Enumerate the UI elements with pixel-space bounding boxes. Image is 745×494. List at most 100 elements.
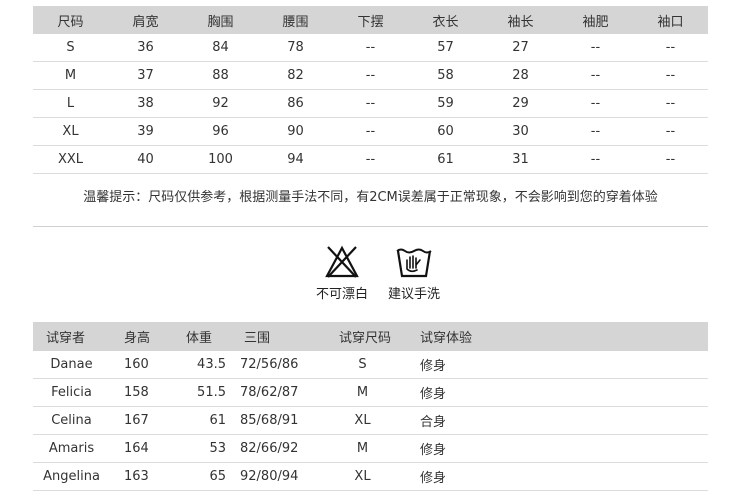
size-col-header: 下摆: [333, 6, 408, 34]
tester-name: Celina: [33, 406, 110, 435]
tester-fit: 修身: [403, 434, 708, 463]
size-cell: 37: [108, 61, 183, 90]
size-cell: 60: [408, 117, 483, 146]
tester-weight: 65: [176, 462, 238, 491]
size-cell: --: [333, 89, 408, 118]
size-cell: 92: [183, 89, 258, 118]
size-chart-row: S 36 84 78 -- 57 27 -- --: [33, 34, 708, 62]
tester-weight: 43.5: [176, 351, 238, 379]
size-chart-table: 尺码 肩宽 胸围 腰围 下摆 衣长 袖长 袖肥 袖口 S 36 84 78 --…: [33, 6, 708, 174]
size-cell: --: [633, 117, 708, 146]
hand-wash-label: 建议手洗: [387, 287, 440, 302]
fit-chart-row: Felicia 158 51.5 78/62/87 M 修身: [33, 378, 708, 407]
size-chart-row: M 37 88 82 -- 58 28 -- --: [33, 61, 708, 90]
tester-size: M: [322, 378, 403, 407]
tester-height: 160: [110, 351, 176, 379]
tester-fit: 合身: [403, 406, 708, 435]
size-cell: 78: [258, 34, 333, 62]
tester-size: XL: [322, 406, 403, 435]
fit-chart-table: 试穿者 身高 体重 三围 试穿尺码 试穿体验 Danae 160 43.5 72…: [33, 322, 708, 491]
size-cell: M: [33, 61, 108, 90]
tester-name: Danae: [33, 351, 110, 379]
size-col-header: 衣长: [408, 6, 483, 34]
size-cell: 38: [108, 89, 183, 118]
size-cell: 90: [258, 117, 333, 146]
tester-size: M: [322, 434, 403, 463]
size-cell: --: [558, 117, 633, 146]
size-col-header: 肩宽: [108, 6, 183, 34]
size-cell: XL: [33, 117, 108, 146]
size-col-header: 腰围: [258, 6, 333, 34]
tester-fit: 修身: [403, 351, 708, 379]
care-hand-wash: 建议手洗: [374, 245, 454, 302]
tester-weight: 53: [176, 434, 238, 463]
fit-col-header: 试穿者: [33, 322, 110, 351]
size-cell: 28: [483, 61, 558, 90]
size-col-header: 袖口: [633, 6, 708, 34]
care-no-bleach: 不可漂白: [302, 245, 382, 302]
size-cell: --: [333, 34, 408, 62]
size-cell: --: [333, 117, 408, 146]
size-cell: 86: [258, 89, 333, 118]
size-cell: 94: [258, 145, 333, 174]
fit-chart-row: Angelina 163 65 92/80/94 XL 修身: [33, 462, 708, 491]
size-cell: 27: [483, 34, 558, 62]
size-cell: --: [333, 61, 408, 90]
size-note: 温馨提示：尺码仅供参考，根据测量手法不同，有2CM误差属于正常现象，不会影响到您…: [83, 190, 658, 205]
fit-chart-header-row: 试穿者 身高 体重 三围 试穿尺码 试穿体验: [33, 322, 708, 351]
size-chart-row: XXL 40 100 94 -- 61 31 -- --: [33, 145, 708, 174]
size-cell: 29: [483, 89, 558, 118]
size-cell: --: [558, 145, 633, 174]
tester-fit: 修身: [403, 378, 708, 407]
size-cell: 84: [183, 34, 258, 62]
size-cell: 61: [408, 145, 483, 174]
size-cell: 82: [258, 61, 333, 90]
size-cell: XXL: [33, 145, 108, 174]
size-cell: 59: [408, 89, 483, 118]
tester-size: S: [322, 351, 403, 379]
no-bleach-label: 不可漂白: [315, 287, 368, 302]
size-cell: 40: [108, 145, 183, 174]
size-cell: 57: [408, 34, 483, 62]
fit-col-header: 身高: [110, 322, 176, 351]
fit-chart-row: Amaris 164 53 82/66/92 M 修身: [33, 434, 708, 463]
tester-height: 163: [110, 462, 176, 491]
tester-fit: 修身: [403, 462, 708, 491]
tester-name: Angelina: [33, 462, 110, 491]
tester-height: 158: [110, 378, 176, 407]
tester-size: XL: [322, 462, 403, 491]
size-cell: --: [558, 89, 633, 118]
size-cell: 36: [108, 34, 183, 62]
size-cell: --: [633, 145, 708, 174]
size-col-header: 袖长: [483, 6, 558, 34]
fit-chart-row: Danae 160 43.5 72/56/86 S 修身: [33, 351, 708, 379]
size-cell: --: [558, 34, 633, 62]
size-cell: 30: [483, 117, 558, 146]
tester-measurements: 85/68/91: [238, 406, 322, 435]
hand-wash-icon: [396, 248, 432, 278]
size-cell: 58: [408, 61, 483, 90]
size-col-header: 胸围: [183, 6, 258, 34]
tester-measurements: 82/66/92: [238, 434, 322, 463]
size-cell: --: [333, 145, 408, 174]
size-cell: 88: [183, 61, 258, 90]
size-cell: S: [33, 34, 108, 62]
size-chart-header-row: 尺码 肩宽 胸围 腰围 下摆 衣长 袖长 袖肥 袖口: [33, 6, 708, 34]
size-chart-row: L 38 92 86 -- 59 29 -- --: [33, 89, 708, 118]
tester-height: 164: [110, 434, 176, 463]
size-cell: 96: [183, 117, 258, 146]
tester-measurements: 92/80/94: [238, 462, 322, 491]
size-chart-row: XL 39 96 90 -- 60 30 -- --: [33, 117, 708, 146]
tester-measurements: 78/62/87: [238, 378, 322, 407]
tester-name: Amaris: [33, 434, 110, 463]
fit-col-header: 三围: [238, 322, 322, 351]
tester-height: 167: [110, 406, 176, 435]
size-cell: --: [558, 61, 633, 90]
section-divider: [33, 226, 708, 227]
tester-weight: 51.5: [176, 378, 238, 407]
tester-name: Felicia: [33, 378, 110, 407]
size-cell: 100: [183, 145, 258, 174]
fit-chart-row: Celina 167 61 85/68/91 XL 合身: [33, 406, 708, 435]
size-col-header: 袖肥: [558, 6, 633, 34]
fit-col-header: 试穿体验: [403, 322, 708, 351]
